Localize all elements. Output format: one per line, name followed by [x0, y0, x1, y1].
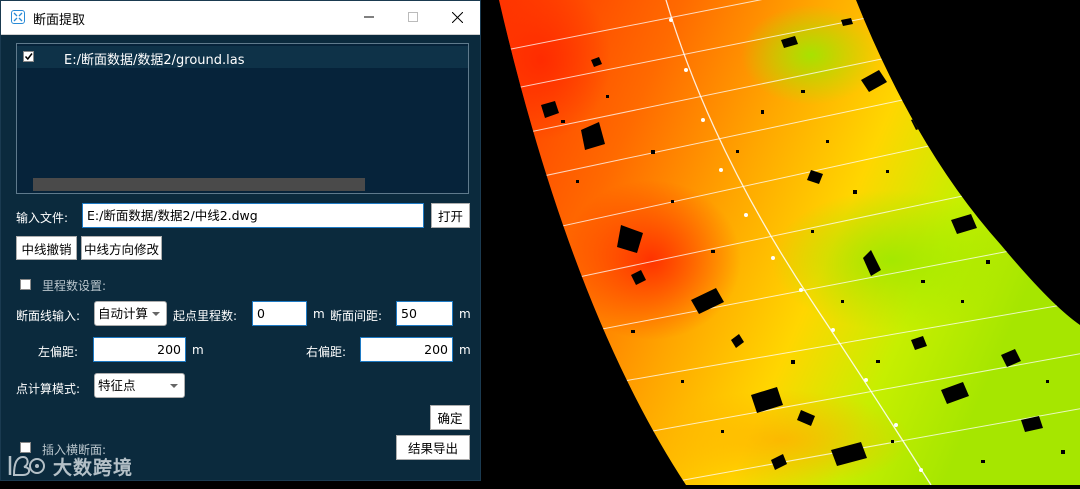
input-file-label: 输入文件: [16, 211, 69, 225]
file-list[interactable]: E:/断面数据/数据2/ground.las [16, 43, 469, 194]
input-file-field[interactable]: E:/断面数据/数据2/中线2.dwg [82, 203, 424, 228]
minimize-button[interactable] [347, 1, 391, 33]
section-interval-label: 断面间距: [330, 309, 383, 323]
window-title: 断面提取 [33, 13, 86, 28]
right-offset-input[interactable]: 200 [360, 337, 453, 362]
title-bar: 断面提取 [1, 1, 480, 35]
file-path: E:/断面数据/数据2/ground.las [64, 53, 245, 68]
point-mode-label: 点计算模式: [16, 382, 81, 396]
centerline-direction-button[interactable]: 中线方向修改 [81, 236, 162, 260]
horizontal-scrollbar[interactable] [33, 178, 365, 191]
right-offset-label: 右偏距: [306, 345, 347, 359]
section-line-label: 断面线输入: [16, 309, 81, 323]
left-offset-unit: m [192, 343, 204, 357]
confirm-button[interactable]: 确定 [430, 405, 470, 430]
start-mileage-input[interactable]: 0 [252, 301, 307, 326]
checkmark-icon [24, 53, 33, 61]
minimize-icon [364, 16, 374, 18]
chevron-down-icon [152, 312, 160, 316]
section-extraction-dialog: 断面提取 E:/断面数据/数据2/ground.las 输入文件: E:/断面数… [0, 0, 481, 481]
watermark-text: 大数跨境 [53, 456, 134, 479]
file-list-item[interactable]: E:/断面数据/数据2/ground.las [17, 46, 468, 68]
maximize-icon [408, 12, 418, 22]
section-line-mode-select[interactable]: 自动计算 [94, 301, 167, 326]
open-button[interactable]: 打开 [431, 203, 470, 228]
close-icon [451, 11, 463, 23]
watermark-logo-icon [8, 455, 45, 476]
file-checkbox[interactable] [23, 51, 34, 62]
right-offset-unit: m [459, 343, 471, 357]
section-interval-input[interactable]: 50 [396, 301, 453, 326]
point-mode-select[interactable]: 特征点 [94, 373, 185, 398]
start-mileage-unit: m [313, 307, 325, 321]
point-mode-value: 特征点 [98, 378, 136, 393]
left-offset-label: 左偏距: [38, 345, 79, 359]
watermark: 大数跨境 [7, 451, 133, 481]
mileage-label: 里程数设置: [42, 279, 107, 293]
point-cloud-view[interactable] [481, 0, 1080, 485]
chevron-down-icon [170, 384, 178, 388]
section-line-mode-value: 自动计算 [98, 306, 149, 321]
app-icon [11, 10, 25, 24]
maximize-button[interactable] [391, 1, 435, 33]
centerline-undo-button[interactable]: 中线撤销 [16, 236, 77, 260]
export-results-button[interactable]: 结果导出 [396, 435, 470, 460]
section-interval-unit: m [459, 307, 471, 321]
elevation-heatmap[interactable] [481, 0, 1080, 485]
start-mileage-label: 起点里程数: [173, 309, 238, 323]
mileage-checkbox[interactable] [20, 279, 31, 290]
close-button[interactable] [435, 1, 479, 33]
left-offset-input[interactable]: 200 [93, 337, 186, 362]
